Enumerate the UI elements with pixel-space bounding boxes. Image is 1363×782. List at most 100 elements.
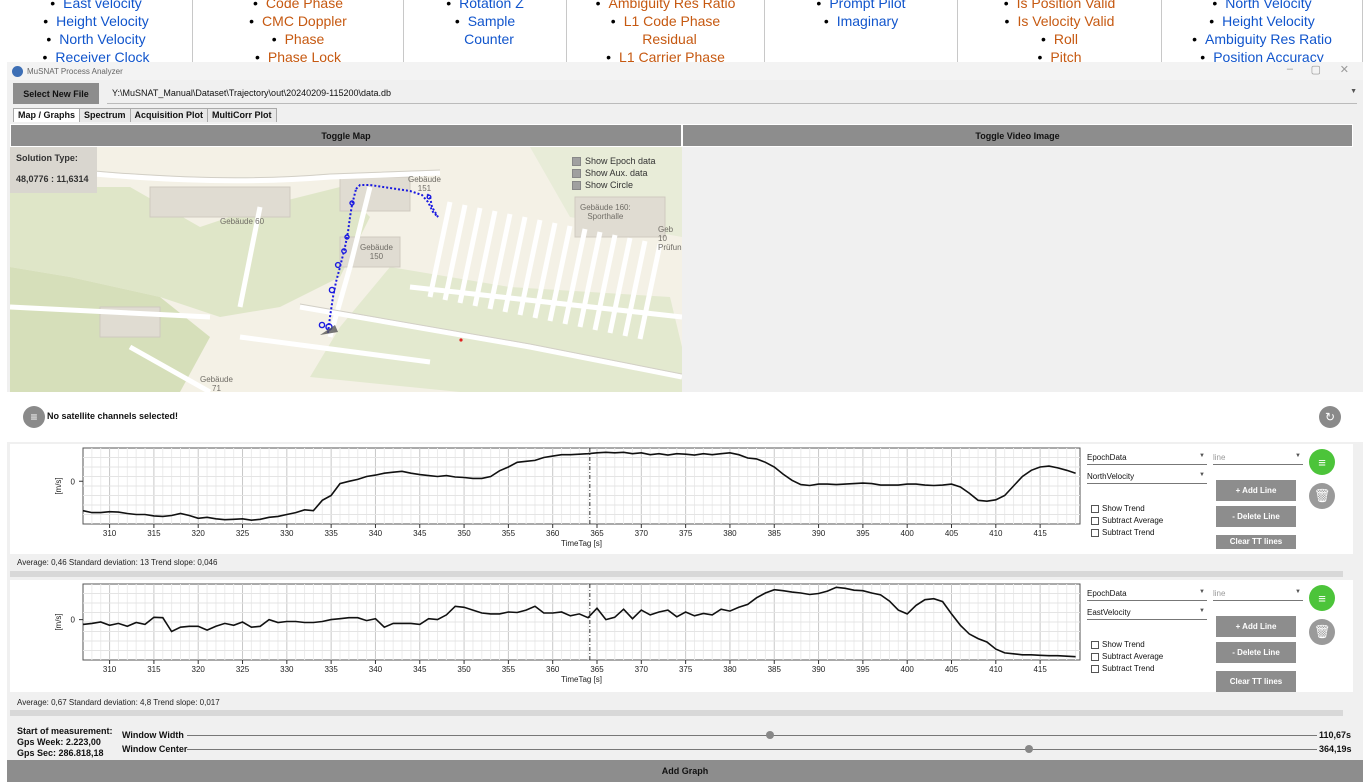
delete-line-button[interactable]: - Delete Line [1216,506,1296,527]
slider-handle[interactable] [1024,745,1033,753]
tab-multicorr-plot[interactable]: MultiCorr Plot [207,108,277,122]
source-combo[interactable]: EpochData ▼ [1087,586,1207,601]
minimize-button[interactable]: – [1287,63,1293,75]
bg-list-item: Ambiguity Res Ratio [1162,30,1362,48]
slider-handle[interactable] [766,731,775,739]
tab-acquisition-plot[interactable]: Acquisition Plot [129,108,209,122]
east-velocity-chart[interactable]: 310 315 320 325 330 335 340 345 350 355 360 365 370 3… [15,580,1085,686]
style-combo[interactable]: line ▼ [1213,586,1303,601]
refresh-icon[interactable]: ↻ [1319,406,1341,428]
x-tick-label: 375 [679,529,693,538]
x-tick-label: 325 [236,529,250,538]
show-trend-checkbox[interactable]: Show Trend [1091,504,1145,513]
add-graph-button[interactable]: Add Graph [7,760,1363,782]
map-label: Geb 10 Prüfun [658,225,682,252]
window-center-label: Window Center [122,744,188,754]
show-aux-data-checkbox[interactable]: Show Aux. data [572,168,648,178]
bg-column: Code PhaseCMC DopplerPhasePhase Lock [193,0,404,64]
north-velocity-chart[interactable]: 310 315 320 325 330 335 340 345 350 355 360 365 370 3… [15,444,1085,550]
scroll-separator[interactable] [10,571,1343,577]
bg-list-item: Is Velocity Valid [958,12,1161,30]
x-tick-label: 380 [723,529,737,538]
title-bar: MuSNAT Process Analyzer – ▢ ✕ [7,62,1363,80]
map-view[interactable]: Solution Type: 48,0776 : 11,6314 Gebäude… [10,147,682,392]
gps-sec: Gps Sec: 286.818,18 [17,748,104,758]
window-width-label: Window Width [122,730,184,740]
x-tick-label: 355 [502,529,516,538]
checkbox-icon [1091,640,1099,649]
show-epoch-data-checkbox[interactable]: Show Epoch data [572,156,656,166]
tab-spectrum[interactable]: Spectrum [79,108,131,122]
bg-list-item: Prompt Pilot [765,0,957,12]
x-tick-label: 365 [590,665,604,674]
x-tick-label: 415 [1033,529,1047,538]
select-new-file-button[interactable]: Select New File [13,83,99,104]
bg-list-item: Sample [404,12,566,30]
x-tick-label: 350 [457,529,471,538]
bg-list-item: Height Velocity [0,12,192,30]
clear-tt-lines-button[interactable]: Clear TT lines [1216,535,1296,549]
x-tick-label: 350 [457,665,471,674]
solution-info-panel: Solution Type: 48,0776 : 11,6314 [10,147,97,193]
x-tick-label: 410 [989,665,1003,674]
x-tick-label: 335 [324,529,338,538]
checkbox-icon [572,168,581,178]
bg-column: Rotation ZSampleCounter [404,0,567,64]
delete-line-button[interactable]: - Delete Line [1216,642,1296,663]
bg-list-item: Roll [958,30,1161,48]
bg-list-item: Phase [193,30,403,48]
scroll-separator[interactable] [10,710,1343,716]
background-document: East velocityHeight VelocityNorth Veloci… [0,0,1363,64]
checkbox-icon [1091,528,1099,537]
x-tick-label: 370 [635,529,649,538]
window-center-slider[interactable] [187,749,1317,750]
subtract-average-checkbox[interactable]: Subtract Average [1091,652,1163,661]
toggle-video-button[interactable]: Toggle Video Image [682,124,1353,147]
field-combo[interactable]: NorthVelocity ▼ [1087,469,1207,484]
graph-panel-east: 310 315 320 325 330 335 340 345 350 355 360 365 370 3… [10,580,1353,692]
app-window: MuSNAT Process Analyzer – ▢ ✕ Select New… [7,62,1363,782]
chevron-down-icon[interactable]: ▼ [1350,88,1357,95]
add-line-button[interactable]: + Add Line [1216,616,1296,637]
bg-list-item: Imaginary [765,12,957,30]
bg-column: East velocityHeight VelocityNorth Veloci… [0,0,193,64]
chevron-down-icon: ▼ [1295,453,1301,459]
maximize-button[interactable]: ▢ [1311,63,1321,76]
subtract-average-checkbox[interactable]: Subtract Average [1091,516,1163,525]
close-button[interactable]: ✕ [1340,63,1349,76]
source-combo[interactable]: EpochData ▼ [1087,450,1207,465]
field-combo[interactable]: EastVelocity ▼ [1087,605,1207,620]
bg-column: Ambiguity Res RatioL1 Code PhaseResidual… [567,0,765,64]
tab-map-graphs[interactable]: Map / Graphs [13,108,81,122]
toggle-map-button[interactable]: Toggle Map [10,124,682,147]
gps-week: Gps Week: 2.223,00 [17,737,101,747]
checkbox-icon [1091,504,1099,513]
style-combo[interactable]: line ▼ [1213,450,1303,465]
show-circle-checkbox[interactable]: Show Circle [572,180,633,190]
map-label: Gebäude 71 [200,375,233,392]
list-icon[interactable]: ≡ [1309,449,1335,475]
clear-tt-lines-button[interactable]: Clear TT lines [1216,671,1296,692]
file-combo-underline [107,103,1357,104]
bg-list-item: Residual [642,31,697,47]
main-tabs: Map / Graphs Spectrum Acquisition Plot M… [13,108,277,122]
subtract-trend-checkbox[interactable]: Subtract Trend [1091,528,1154,537]
list-icon[interactable]: ≡ [1309,585,1335,611]
x-tick-label: 395 [856,665,870,674]
x-tick-label: 340 [369,665,383,674]
y-axis-label: [m/s] [54,477,63,494]
bg-column: North VelocityHeight VelocityAmbiguity R… [1162,0,1363,64]
add-line-button[interactable]: + Add Line [1216,480,1296,501]
x-tick-label: 315 [147,529,161,538]
x-tick-label: 365 [590,529,604,538]
file-path-combo[interactable]: Y:\MuSNAT_Manual\Dataset\Trajectory\out\… [112,88,391,98]
show-trend-checkbox[interactable]: Show Trend [1091,640,1145,649]
x-tick-label: 385 [768,665,782,674]
x-tick-label: 415 [1033,665,1047,674]
trash-icon[interactable]: 🗑 [1309,619,1335,645]
trash-icon[interactable]: 🗑 [1309,483,1335,509]
subtract-trend-checkbox[interactable]: Subtract Trend [1091,664,1154,673]
window-width-slider[interactable] [187,735,1317,736]
x-tick-label: 315 [147,665,161,674]
menu-icon[interactable]: ≡ [23,406,45,428]
